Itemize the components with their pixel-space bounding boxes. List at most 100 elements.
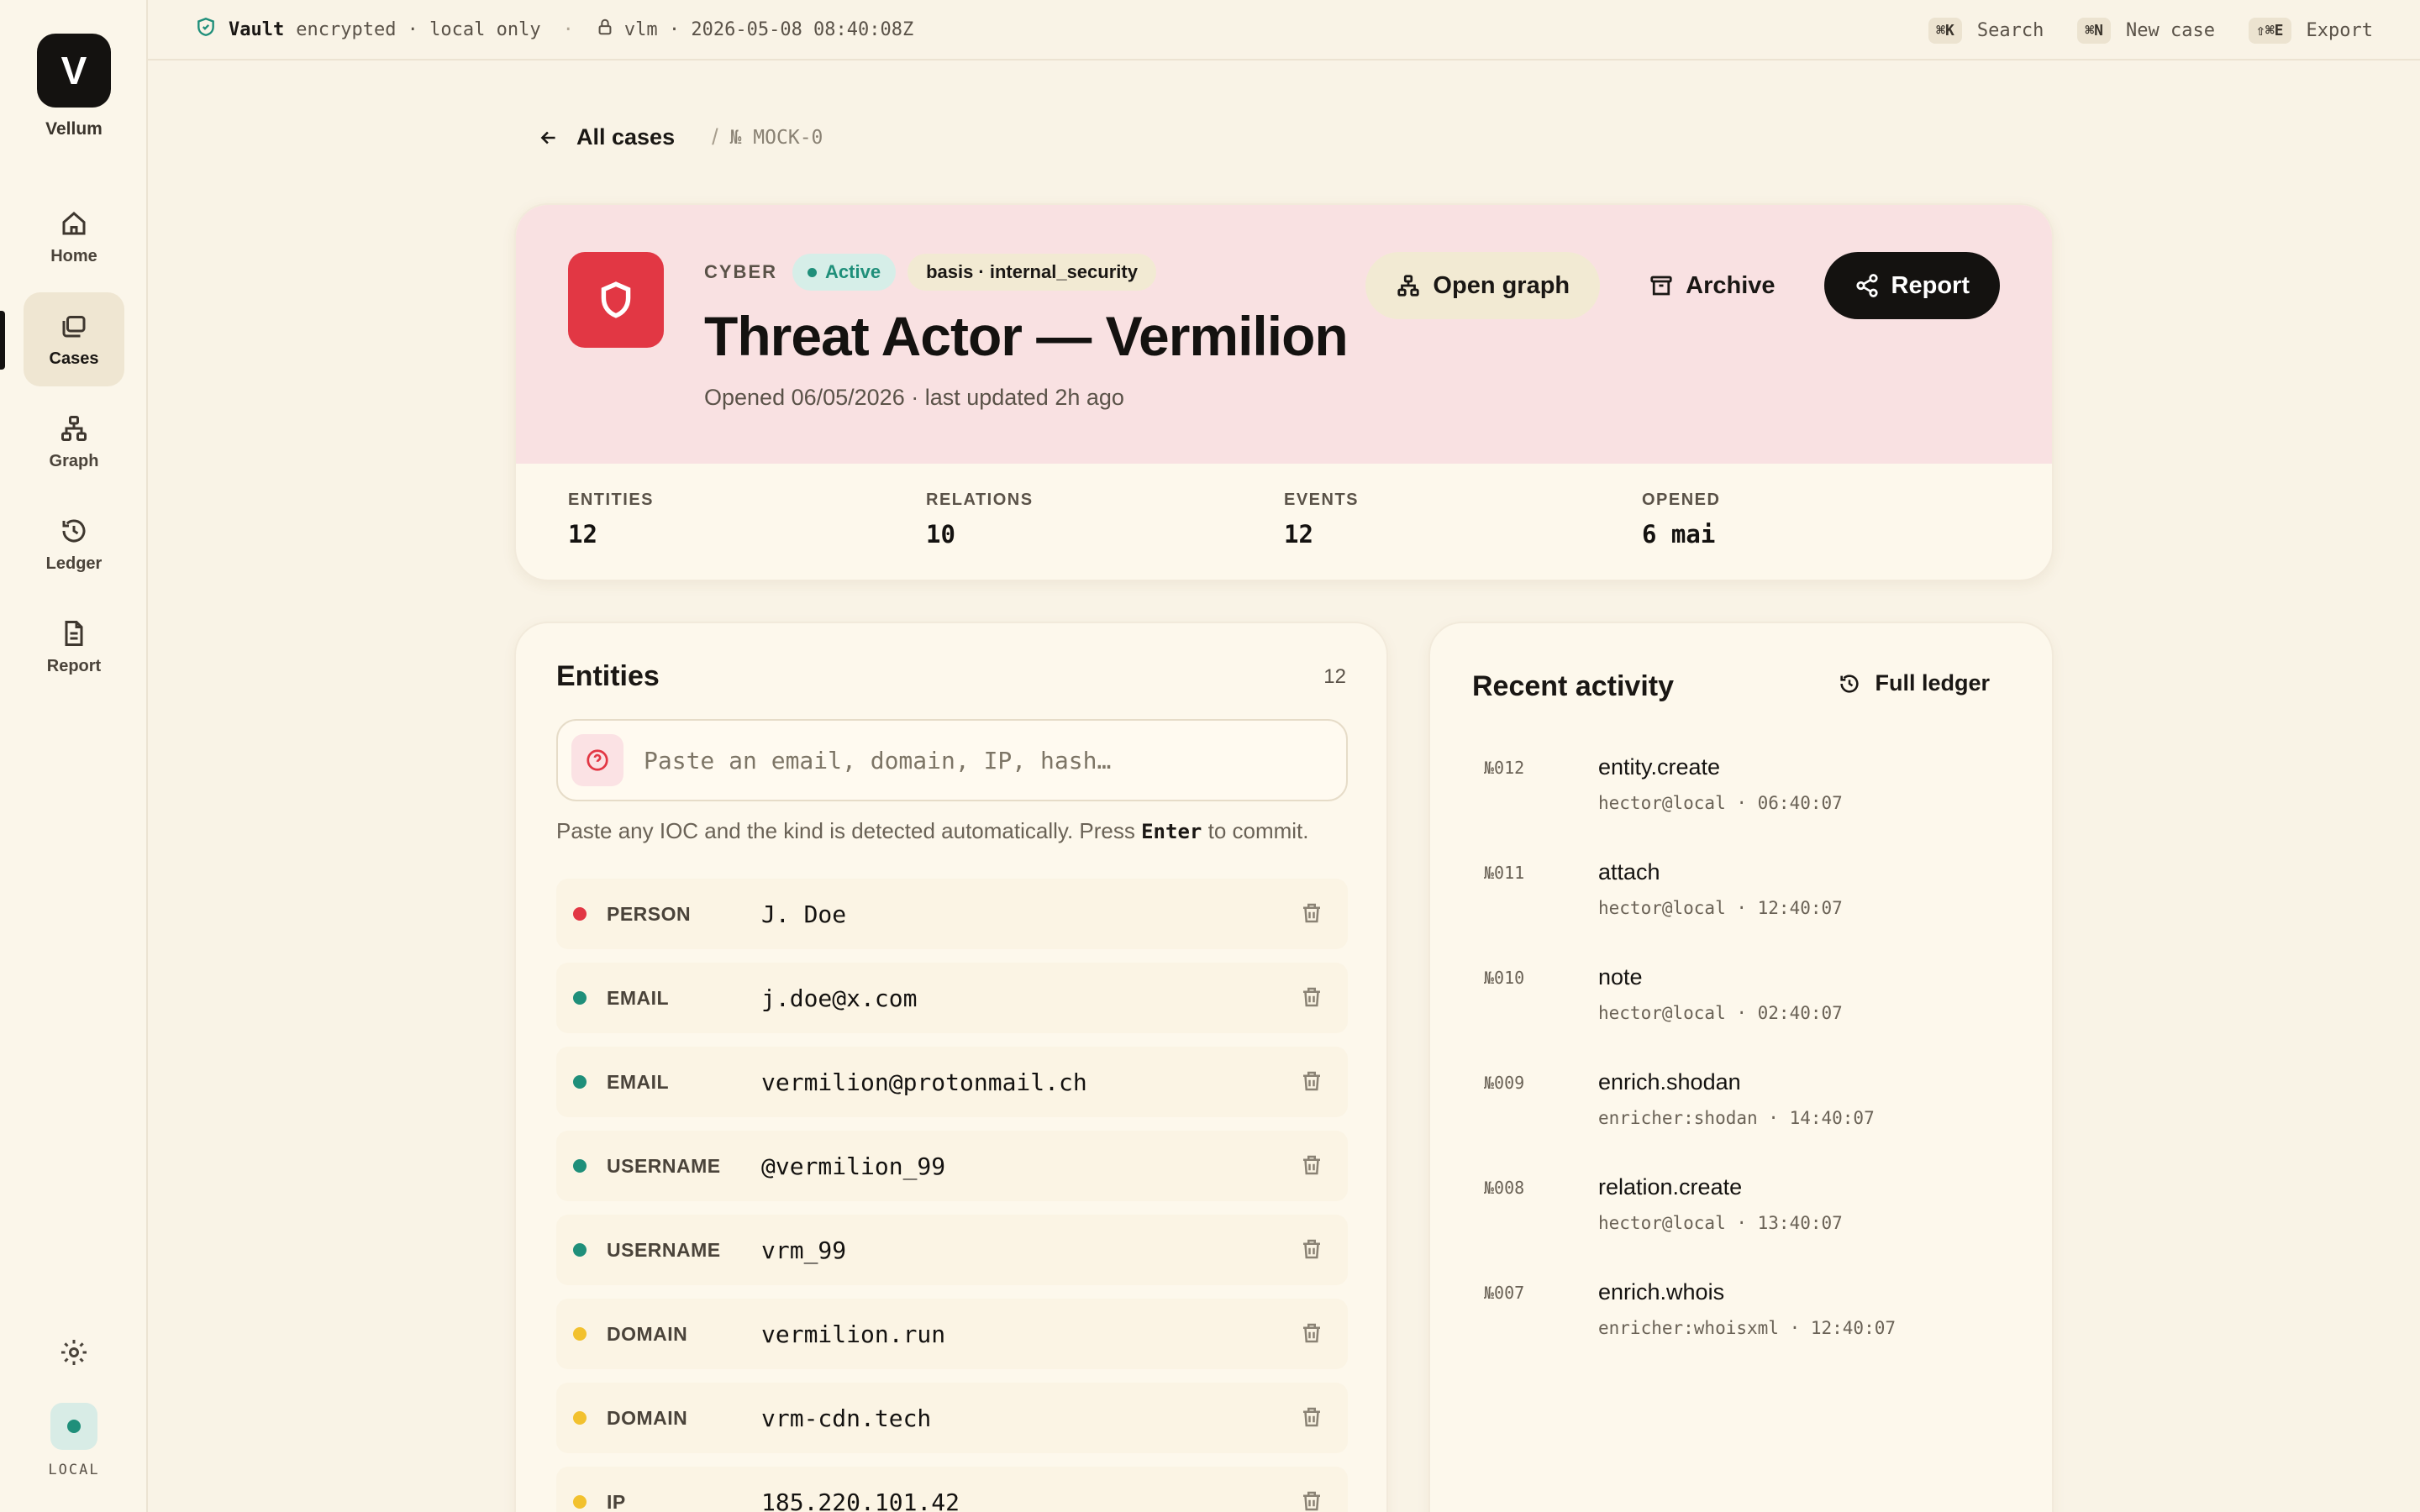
app-logo[interactable]: V [37,34,111,108]
activity-meta: enricher:whoisxml · 12:40:07 [1598,1318,1897,1338]
delete-entity-button[interactable] [1299,984,1324,1010]
stat-value: 10 [926,520,955,549]
entity-kind-dot [573,1243,587,1257]
entity-kind-dot [573,1159,587,1173]
topbar-separator: · [562,18,574,40]
stat-events: EVENTS 12 [1284,491,1642,549]
entity-row[interactable]: DOMAIN vrm-cdn.tech [556,1383,1348,1453]
trash-icon [1303,1323,1320,1343]
entity-row[interactable]: IP 185.220.101.42 [556,1467,1348,1512]
stat-label: OPENED [1642,491,1721,509]
case-actions: Open graph Archive Report [1365,252,2000,319]
activity-number: №007 [1484,1283,1525,1303]
delete-entity-button[interactable] [1299,1152,1324,1178]
graph-icon [61,415,87,441]
entity-value: j.doe@x.com [761,984,918,1012]
ioc-hint: Paste any IOC and the kind is detected a… [556,818,1309,844]
sidebar-item-ledger[interactable]: Ledger [24,497,124,591]
activity-meta: enricher:shodan · 14:40:07 [1598,1108,1875,1128]
trash-icon [1303,1071,1320,1091]
archive-button[interactable]: Archive [1618,252,1805,319]
entity-value: vrm-cdn.tech [761,1404,932,1432]
activity-title-text: entity.create [1598,754,1721,780]
breadcrumb-separator: / [712,124,718,150]
entity-value: @vermilion_99 [761,1152,946,1180]
full-ledger-button[interactable]: Full ledger [1838,670,1990,696]
activity-title-text: note [1598,964,1643,990]
history-icon [62,519,86,542]
activity-item[interactable]: №010 note hector@local · 02:40:07 [1484,964,2005,1057]
local-status-badge[interactable] [50,1403,97,1450]
stat-label: EVENTS [1284,491,1360,509]
entity-kind: PERSON [607,902,692,925]
case-type-label: CYBER [704,261,778,282]
recent-activity-card: Recent activity Full ledger №012 entity.c… [1428,622,2054,1512]
sidebar-item-report[interactable]: Report [24,600,124,694]
entity-row[interactable]: EMAIL j.doe@x.com [556,963,1348,1033]
status-dot [67,1420,81,1433]
activity-item[interactable]: №008 relation.create hector@local · 13:40:… [1484,1174,2005,1267]
delete-entity-button[interactable] [1299,1404,1324,1430]
stat-relations: RELATIONS 10 [926,491,1284,549]
activity-meta: hector@local · 06:40:07 [1598,793,1843,813]
activity-title-text: enrich.whois [1598,1279,1725,1305]
entity-kind-dot [573,1411,587,1425]
delete-entity-button[interactable] [1299,900,1324,926]
activity-number: №008 [1484,1178,1525,1198]
vault-status: encrypted · local only [296,18,541,40]
trash-icon [1303,1155,1320,1175]
delete-entity-button[interactable] [1299,1068,1324,1094]
entity-row[interactable]: EMAIL vermilion@protonmail.ch [556,1047,1348,1117]
ioc-input-box[interactable] [556,719,1348,801]
search-shortcut[interactable]: Search [1977,20,2044,41]
entity-value: vermilion@protonmail.ch [761,1068,1087,1096]
report-label: Report [1891,271,1970,299]
app-name: Vellum [45,119,103,139]
sidebar-item-label: Cases [49,349,99,368]
sidebar-item-home[interactable]: Home [24,190,124,284]
topbar: Vault encrypted · local only · vlm · 202… [148,0,2420,60]
sidebar: V Vellum Home Cases Graph Ledger Report … [0,0,148,1512]
activity-item[interactable]: №011 attach hector@local · 12:40:07 [1484,859,2005,952]
activity-item[interactable]: №012 entity.create hector@local · 06:40:07 [1484,754,2005,847]
activity-item[interactable]: №007 enrich.whois enricher:whoisxml · 12:4… [1484,1279,2005,1372]
entity-row[interactable]: PERSON J. Doe [556,879,1348,949]
entity-row[interactable]: DOMAIN vermilion.run [556,1299,1348,1369]
stat-opened: OPENED 6 mai [1642,491,2000,549]
entity-value: J. Doe [761,900,847,928]
document-icon [65,620,83,646]
delete-entity-button[interactable] [1299,1488,1324,1512]
report-button[interactable]: Report [1823,252,2000,319]
delete-entity-button[interactable] [1299,1236,1324,1262]
ioc-input[interactable] [644,746,1299,774]
sidebar-item-label: Home [50,246,97,265]
case-type-badge [568,252,664,348]
status-dot [808,267,818,277]
share-icon [1855,274,1878,297]
sidebar-item-cases[interactable]: Cases [24,292,124,386]
entity-kind: IP [607,1490,626,1512]
activity-number: №012 [1484,758,1525,778]
export-shortcut[interactable]: Export [2307,20,2373,41]
gear-icon [61,1340,87,1365]
activity-title-text: enrich.shodan [1598,1069,1741,1095]
shortcut-bar: ⌘K Search ⌘N New case ⇧⌘E Export [1928,0,2373,60]
entity-row[interactable]: USERNAME vrm_99 [556,1215,1348,1285]
case-stats: ENTITIES 12 RELATIONS 10 EVENTS 12 OPENE… [568,491,2000,549]
ioc-hint-key: Enter [1141,820,1202,843]
sidebar-item-graph[interactable]: Graph [24,395,124,489]
breadcrumb-all-cases[interactable]: All cases [576,124,675,150]
shield-check-icon [195,16,217,43]
entity-row[interactable]: USERNAME @vermilion_99 [556,1131,1348,1201]
new-case-shortcut[interactable]: New case [2126,20,2215,41]
activity-title-text: attach [1598,859,1660,885]
arrow-left-icon[interactable] [538,127,560,149]
entity-value: 185.220.101.42 [761,1488,960,1512]
delete-entity-button[interactable] [1299,1320,1324,1346]
open-graph-button[interactable]: Open graph [1365,252,1601,319]
archive-label: Archive [1686,271,1776,299]
settings-button[interactable] [59,1337,89,1368]
case-meta: CYBER Active basis · internal_security [704,254,1156,291]
activity-item[interactable]: №009 enrich.shodan enricher:shodan · 14:40… [1484,1069,2005,1162]
entity-value: vermilion.run [761,1320,946,1348]
